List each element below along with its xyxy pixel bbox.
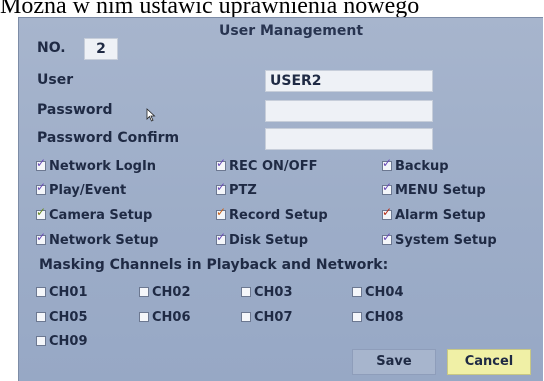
perm-label: Record Setup bbox=[229, 207, 328, 223]
checkbox-icon bbox=[36, 156, 46, 171]
checkbox-icon bbox=[36, 287, 46, 297]
cancel-button[interactable]: Cancel bbox=[447, 349, 531, 375]
perm-menu-setup[interactable]: MENU Setup bbox=[382, 180, 486, 199]
save-button[interactable]: Save bbox=[352, 349, 436, 375]
checkbox-icon bbox=[216, 205, 226, 220]
password-confirm-field[interactable] bbox=[265, 128, 433, 150]
perm-label: MENU Setup bbox=[395, 182, 486, 198]
password-field[interactable] bbox=[265, 100, 433, 122]
checkbox-icon bbox=[139, 312, 149, 322]
no-label: NO. bbox=[37, 40, 66, 56]
checkbox-icon bbox=[352, 312, 362, 322]
perm-label: Camera Setup bbox=[49, 207, 153, 223]
perm-backup[interactable]: Backup bbox=[382, 156, 449, 175]
perm-play-event[interactable]: Play/Event bbox=[36, 180, 127, 199]
checkbox-icon bbox=[139, 287, 149, 297]
password-confirm-label: Password Confirm bbox=[37, 130, 180, 146]
checkbox-icon bbox=[216, 230, 226, 245]
dialog-title: User Management bbox=[219, 23, 364, 39]
checkbox-icon bbox=[352, 287, 362, 297]
channel-ch02[interactable]: CH02 bbox=[139, 283, 191, 301]
channel-label: CH02 bbox=[152, 284, 191, 300]
perm-camera-setup[interactable]: Camera Setup bbox=[36, 205, 153, 224]
perm-disk-setup[interactable]: Disk Setup bbox=[216, 230, 309, 249]
mouse-cursor-icon bbox=[146, 108, 156, 122]
channel-ch07[interactable]: CH07 bbox=[241, 308, 293, 326]
perm-label: REC ON/OFF bbox=[229, 158, 318, 174]
perm-label: PTZ bbox=[229, 182, 257, 198]
checkbox-icon bbox=[241, 287, 251, 297]
channel-label: CH01 bbox=[49, 284, 88, 300]
channel-label: CH07 bbox=[254, 309, 293, 325]
checkbox-icon bbox=[382, 156, 392, 171]
channel-ch04[interactable]: CH04 bbox=[352, 283, 404, 301]
user-label: User bbox=[37, 72, 74, 88]
channel-label: CH08 bbox=[365, 309, 404, 325]
checkbox-icon bbox=[36, 336, 46, 346]
password-label: Password bbox=[37, 102, 113, 118]
user-management-dialog: User Management NO. 2 User USER2 Passwor… bbox=[18, 17, 543, 381]
perm-label: Disk Setup bbox=[229, 232, 309, 248]
checkbox-icon bbox=[216, 180, 226, 195]
perm-system-setup[interactable]: System Setup bbox=[382, 230, 497, 249]
perm-label: System Setup bbox=[395, 232, 497, 248]
checkbox-icon bbox=[36, 312, 46, 322]
channel-label: CH09 bbox=[49, 333, 88, 349]
perm-label: Play/Event bbox=[49, 182, 127, 198]
perm-network-setup[interactable]: Network Setup bbox=[36, 230, 159, 249]
user-name-field[interactable]: USER2 bbox=[265, 70, 433, 92]
channel-label: CH05 bbox=[49, 309, 88, 325]
checkbox-icon bbox=[216, 156, 226, 171]
checkbox-icon bbox=[36, 230, 46, 245]
checkbox-icon bbox=[382, 180, 392, 195]
channel-ch08[interactable]: CH08 bbox=[352, 308, 404, 326]
perm-label: Network Setup bbox=[49, 232, 159, 248]
perm-rec-on-off[interactable]: REC ON/OFF bbox=[216, 156, 318, 175]
perm-alarm-setup[interactable]: Alarm Setup bbox=[382, 205, 486, 224]
perm-label: Alarm Setup bbox=[395, 207, 486, 223]
checkbox-icon bbox=[382, 205, 392, 220]
channel-ch06[interactable]: CH06 bbox=[139, 308, 191, 326]
perm-network-login[interactable]: Network LogIn bbox=[36, 156, 157, 175]
channel-ch01[interactable]: CH01 bbox=[36, 283, 88, 301]
channel-label: CH06 bbox=[152, 309, 191, 325]
channel-ch03[interactable]: CH03 bbox=[241, 283, 293, 301]
perm-label: Network LogIn bbox=[49, 158, 157, 174]
channel-ch09[interactable]: CH09 bbox=[36, 332, 88, 350]
masking-heading: Masking Channels in Playback and Network… bbox=[39, 257, 389, 273]
perm-record-setup[interactable]: Record Setup bbox=[216, 205, 328, 224]
channel-ch05[interactable]: CH05 bbox=[36, 308, 88, 326]
perm-label: Backup bbox=[395, 158, 449, 174]
channel-label: CH03 bbox=[254, 284, 293, 300]
channel-label: CH04 bbox=[365, 284, 404, 300]
checkbox-icon bbox=[382, 230, 392, 245]
user-number-field[interactable]: 2 bbox=[84, 38, 118, 60]
perm-ptz[interactable]: PTZ bbox=[216, 180, 257, 199]
checkbox-icon bbox=[36, 180, 46, 195]
checkbox-icon bbox=[36, 205, 46, 220]
checkbox-icon bbox=[241, 312, 251, 322]
